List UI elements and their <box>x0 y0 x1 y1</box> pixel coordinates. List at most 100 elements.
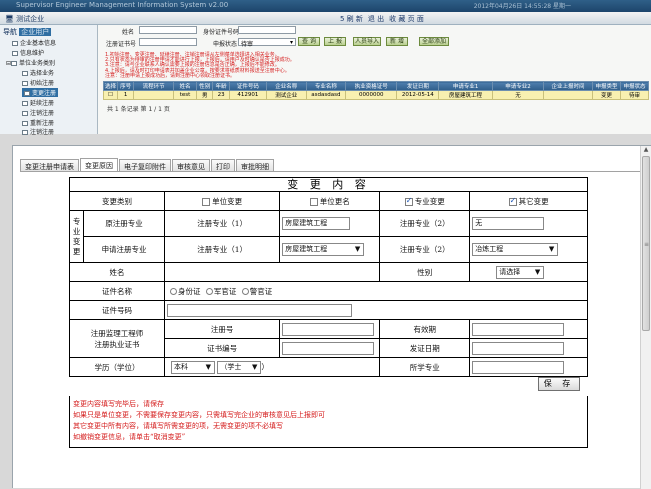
search-button[interactable]: 查 询 <box>298 37 320 46</box>
orig-major2-cell: 无 <box>469 210 588 237</box>
radio-idcard[interactable] <box>170 288 177 295</box>
top-links: 5 刷 新 退 出 收 藏 页 面 <box>340 14 424 24</box>
name-input[interactable] <box>139 26 197 34</box>
tab-attachments[interactable]: 电子复印附件 <box>119 159 171 171</box>
issue-date-input[interactable] <box>472 341 565 355</box>
table-cell[interactable]: test <box>172 90 198 100</box>
status-select[interactable]: 待审 ▾ <box>238 38 296 48</box>
degree-select[interactable]: （学士 ▼ <box>217 360 262 374</box>
nav-item-cancel-reg[interactable]: 注销注册 <box>22 108 54 117</box>
nav-title: 导航 <box>3 28 17 36</box>
add-button[interactable]: 新 增 <box>386 37 408 46</box>
nav-item-company-info[interactable]: 企业基本信息 <box>12 38 56 47</box>
col-header: 专业名称 <box>305 81 347 91</box>
pager-text: 共 1 条记录 第 1 / 1 页 <box>107 106 170 113</box>
option-label: 单位变更 <box>212 196 243 206</box>
page-icon <box>22 101 28 106</box>
table-cell: 房屋建筑工程 <box>438 90 493 100</box>
cert-no-cell <box>279 338 381 358</box>
education-select[interactable]: 本科 ▼ <box>171 360 215 374</box>
checkbox-other-change[interactable] <box>508 196 517 206</box>
nav-item-business-category[interactable]: ⊟ 单位业务类别 <box>6 58 55 67</box>
col-header: 证件号码 <box>228 81 267 91</box>
reg-major2-label: 注册专业（2） <box>379 210 471 237</box>
orig-major2-input[interactable]: 无 <box>472 217 545 230</box>
page-icon <box>22 130 28 135</box>
valid-period-input[interactable] <box>472 322 565 336</box>
apply-major2-select[interactable]: 冶炼工程 ▼ <box>472 243 559 256</box>
col-header: 发证日期 <box>396 81 440 91</box>
table-row[interactable]: ☐ 1 test 男 23 412901 测试企业 asdasdasd 0000… <box>103 90 650 100</box>
nav-item-label: 初始注册 <box>30 80 55 87</box>
reg-no-input[interactable] <box>282 322 375 336</box>
id-number-input[interactable] <box>167 303 352 317</box>
cert-no-field-input[interactable] <box>282 341 375 355</box>
tab-approval-details[interactable]: 审批明细 <box>236 159 274 171</box>
chevron-down-icon: ▼ <box>354 245 361 253</box>
nav-item-label: 信息维护 <box>20 50 45 57</box>
submit-button[interactable]: 上 报 <box>324 37 346 46</box>
name-field-label: 姓名 <box>69 262 165 282</box>
computer-icon: 🖥 <box>5 15 14 23</box>
tab-change-reason[interactable]: 变更原因 <box>80 158 118 171</box>
note-line: 如果只是单位变更，不需要保存变更内容，只需填写完企业的审核意见后上报即可 <box>73 411 325 419</box>
studied-major-cell <box>469 357 588 377</box>
chevron-down-icon: ▼ <box>534 267 541 276</box>
left-nav: 导航 企业用户 企业基本信息 信息维护 ⊟ 单位业务类别 选择业务 初始注册 变更… <box>0 25 98 136</box>
orig-major1-input[interactable]: 房屋建筑工程 <box>282 217 351 230</box>
option-unit-change[interactable]: 单位变更 <box>163 191 281 211</box>
vertical-scrollbar[interactable]: ▲ ≡ <box>640 146 651 489</box>
reg-major2-label-2: 注册专业（2） <box>379 236 471 263</box>
table-cell <box>133 90 174 100</box>
education-cell: 本科 ▼ （学士 ▼） <box>163 357 381 377</box>
nav-item-change-reg[interactable]: 变更注册 <box>22 88 59 97</box>
add-all-button[interactable]: 全部添加 <box>419 37 449 46</box>
nav-item-info-maintain[interactable]: 信息维护 <box>12 48 44 57</box>
nav-item-label: 注销注册 <box>30 129 55 136</box>
table-cell: 412901 <box>228 90 267 100</box>
scroll-up-icon[interactable]: ▲ <box>641 146 651 155</box>
checkbox-unit-change[interactable] <box>202 197 211 206</box>
option-unit-rename[interactable]: 单位更名 <box>279 191 381 211</box>
idcard-input[interactable] <box>238 26 296 34</box>
tab-review-opinion[interactable]: 审核意见 <box>172 159 210 171</box>
checkbox-unit-rename[interactable] <box>309 197 318 206</box>
nav-item-initial-reg[interactable]: 初始注册 <box>22 78 54 87</box>
nav-item-cancel-reg-2[interactable]: 注销注册 <box>22 127 54 136</box>
name-label: 姓名 <box>122 29 135 36</box>
bookmark-link[interactable]: 收 藏 页 面 <box>389 14 424 24</box>
gender-select[interactable]: 请选择 ▼ <box>496 265 545 279</box>
apply-major1-select[interactable]: 房屋建筑工程 ▼ <box>282 243 365 256</box>
studied-major-input[interactable] <box>472 360 565 374</box>
cert-no-input[interactable] <box>139 38 197 46</box>
company-name: 🖥 测试企业 <box>5 14 44 24</box>
name-field[interactable] <box>163 262 381 282</box>
checkbox-major-change[interactable] <box>404 196 413 206</box>
refresh-link[interactable]: 5 刷 新 <box>340 14 363 24</box>
radio-police[interactable] <box>241 288 249 295</box>
reg-major1-label-2: 注册专业（1） <box>163 236 281 263</box>
table-cell: 无 <box>491 90 545 100</box>
table-cell: 1 <box>116 90 135 100</box>
option-other-change[interactable]: 其它变更 <box>469 191 588 211</box>
tab-print[interactable]: 打印 <box>211 159 235 171</box>
option-major-change[interactable]: 专业变更 <box>379 191 471 211</box>
nav-item-re-reg[interactable]: 重新注册 <box>22 118 54 127</box>
education-value: 本科 <box>174 362 188 371</box>
radio-label: 军官证 <box>213 286 237 296</box>
tab-change-form[interactable]: 变更注册申请表 <box>20 159 79 171</box>
row-checkbox[interactable]: ☐ <box>103 90 118 100</box>
col-header: 企业名称 <box>265 81 307 91</box>
nav-item-select-business[interactable]: 选择业务 <box>22 68 54 77</box>
company-name-label: 测试企业 <box>16 15 45 23</box>
apply-major1-cell: 房屋建筑工程 ▼ <box>279 236 381 263</box>
radio-officer[interactable] <box>205 288 213 295</box>
logout-link[interactable]: 退 出 <box>368 14 384 24</box>
save-button[interactable]: 保 存 <box>538 377 580 391</box>
import-button[interactable]: 人员导入 <box>353 37 381 46</box>
apply-major-label: 申请注册专业 <box>83 236 165 263</box>
nav-item-renew-reg[interactable]: 延续注册 <box>22 98 54 107</box>
page-icon <box>22 111 28 116</box>
notice-line: 注意：注册申请上报成功后，请到注册中心领取注册证书。 <box>105 72 236 79</box>
table-cell: 23 <box>212 90 230 100</box>
